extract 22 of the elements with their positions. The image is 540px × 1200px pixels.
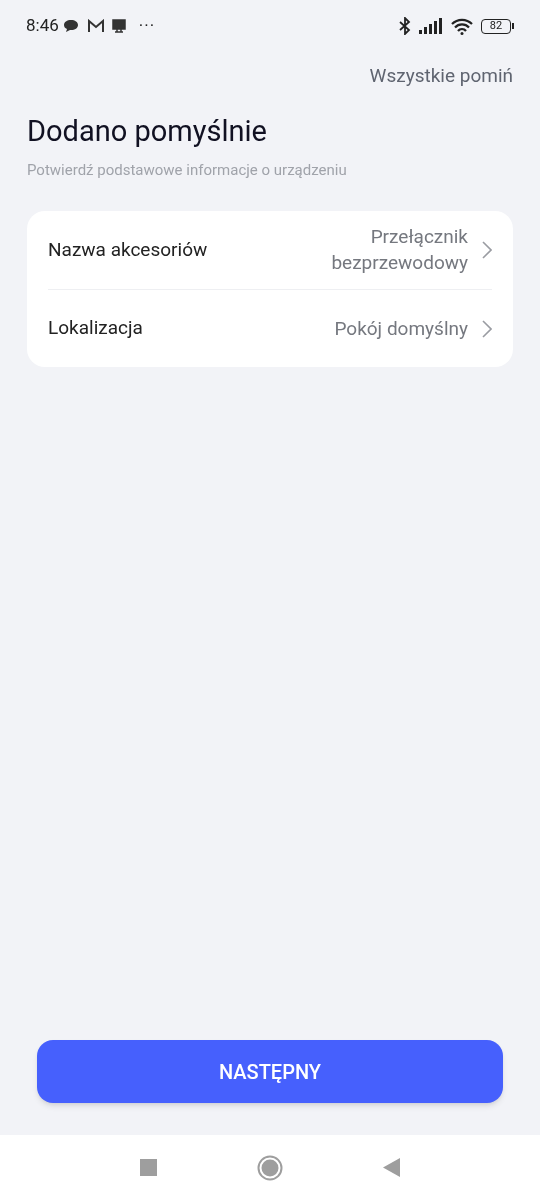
home-icon[interactable] — [257, 1154, 283, 1181]
battery-icon: 82 — [481, 18, 514, 34]
chevron-right-icon — [482, 319, 492, 338]
chat-icon — [62, 19, 79, 33]
clock: 8:46 — [26, 14, 59, 38]
page-subtitle: Potwierdź podstawowe informacje o urządzeniu — [26, 159, 348, 181]
setting-label: Nazwa akcesoriów — [48, 236, 208, 263]
more-notifications: ··· — [138, 14, 156, 38]
mail-icon — [86, 19, 105, 33]
setting-label: Lokalizacja — [48, 315, 143, 342]
bluetooth-icon — [399, 17, 411, 35]
setting-row[interactable]: Lokalizacja Pokój domyślny — [48, 289, 492, 367]
setting-row[interactable]: Nazwa akcesoriów Przełącznik bezprzewodowy — [48, 211, 492, 289]
wifi-icon — [451, 17, 473, 35]
back-icon[interactable] — [383, 1158, 400, 1177]
signal-icon — [419, 18, 443, 34]
setting-value: Przełącznik bezprzewodowy — [330, 224, 468, 276]
setting-value: Pokój domyślny — [334, 315, 468, 342]
chevron-right-icon — [482, 241, 492, 259]
skip-all-link[interactable]: Wszystkie pomiń — [369, 62, 513, 91]
page-title: Dodano pomyślnie — [26, 112, 268, 149]
next-button[interactable]: NASTĘPNY — [37, 1040, 503, 1103]
